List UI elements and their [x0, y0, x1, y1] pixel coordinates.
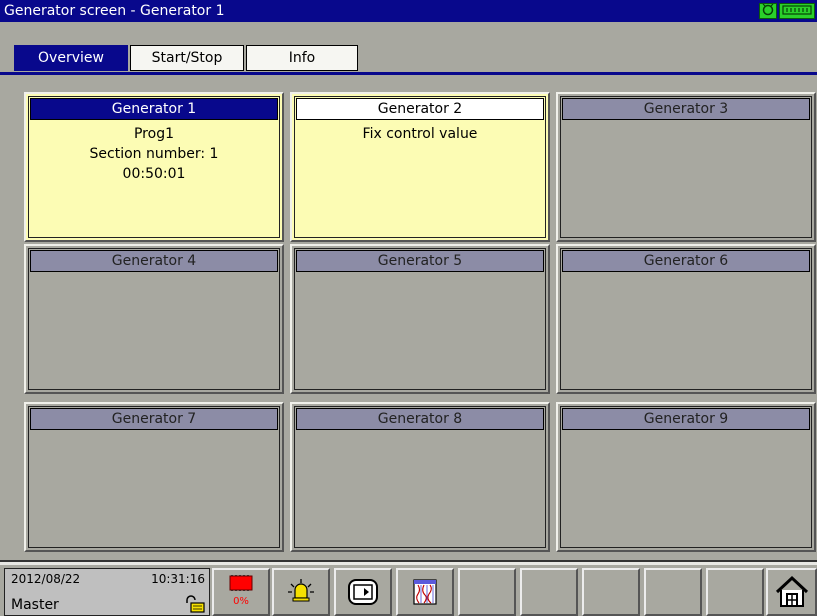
generator-tile-header: Generator 9: [562, 408, 810, 430]
tab-info[interactable]: Info: [246, 45, 358, 71]
tab-start-stop[interactable]: Start/Stop: [130, 45, 244, 71]
generator-tile[interactable]: Generator 7: [24, 402, 284, 552]
tab-bar: Overview Start/Stop Info: [0, 22, 817, 72]
generator-tile[interactable]: Generator 3: [556, 92, 816, 242]
generator-tile[interactable]: Generator 9: [556, 402, 816, 552]
generator-tile[interactable]: Generator 6: [556, 244, 816, 394]
generator-tile[interactable]: Generator 8: [290, 402, 550, 552]
empty-function-button[interactable]: [458, 568, 516, 616]
display-switch-icon: [348, 579, 378, 605]
tab-divider: [0, 72, 817, 75]
generator-tile-header: Generator 6: [562, 250, 810, 272]
generator-tile-header: Generator 1: [30, 98, 278, 120]
status-info-panel: 2012/08/22 10:31:16 Master: [4, 568, 210, 616]
trend-icon: [413, 579, 437, 605]
lock-icon[interactable]: [183, 595, 205, 613]
tile-line: Prog1: [133, 126, 174, 142]
status-bar-highlight: [0, 562, 817, 565]
tile-line: Section number: 1: [89, 146, 219, 162]
generator-tile-body: Prog1 Section number: 1 00:50:01: [32, 124, 276, 184]
tile-line: 00:50:01: [122, 166, 186, 182]
generator-tile[interactable]: Generator 4: [24, 244, 284, 394]
alarm-button[interactable]: [272, 568, 330, 616]
title-status-icons: [759, 3, 815, 19]
connection-icon: [759, 3, 777, 19]
display-switch-button[interactable]: [334, 568, 392, 616]
empty-function-button[interactable]: [582, 568, 640, 616]
status-user: Master: [11, 597, 59, 613]
empty-function-button[interactable]: [520, 568, 578, 616]
home-icon: [775, 575, 808, 607]
title-bar: Generator screen - Generator 1: [0, 0, 817, 22]
memory-status-button[interactable]: 0%: [212, 568, 270, 616]
tab-info-label: Info: [288, 50, 316, 66]
tab-overview-label: Overview: [38, 50, 104, 66]
memory-status-icon: 0%: [229, 575, 253, 607]
generator-tile-body: Fix control value: [298, 124, 542, 144]
tile-line: Fix control value: [362, 126, 478, 142]
generator-tile-header: Generator 2: [296, 98, 544, 120]
generator-grid: Generator 1 Prog1 Section number: 1 00:5…: [18, 86, 817, 554]
empty-function-button[interactable]: [706, 568, 764, 616]
window-title: Generator screen - Generator 1: [4, 3, 225, 19]
generator-tile-header: Generator 3: [562, 98, 810, 120]
generator-tile-header: Generator 8: [296, 408, 544, 430]
memory-percent-label: 0%: [233, 596, 249, 607]
status-time: 10:31:16: [151, 572, 205, 586]
trend-button[interactable]: [396, 568, 454, 616]
memory-icon: [779, 3, 815, 19]
generator-tile[interactable]: Generator 2 Fix control value: [290, 92, 550, 242]
status-bar: 2012/08/22 10:31:16 Master 0%: [0, 560, 817, 616]
generator-tile[interactable]: Generator 5: [290, 244, 550, 394]
empty-function-button[interactable]: [644, 568, 702, 616]
tab-start-stop-label: Start/Stop: [151, 50, 223, 66]
alarm-icon: [288, 579, 314, 602]
generator-tile-header: Generator 5: [296, 250, 544, 272]
generator-tile[interactable]: Generator 1 Prog1 Section number: 1 00:5…: [24, 92, 284, 242]
generator-tile-header: Generator 4: [30, 250, 278, 272]
generator-tile-header: Generator 7: [30, 408, 278, 430]
status-date: 2012/08/22: [11, 572, 81, 586]
home-button[interactable]: [766, 568, 817, 616]
tab-overview[interactable]: Overview: [14, 45, 128, 71]
